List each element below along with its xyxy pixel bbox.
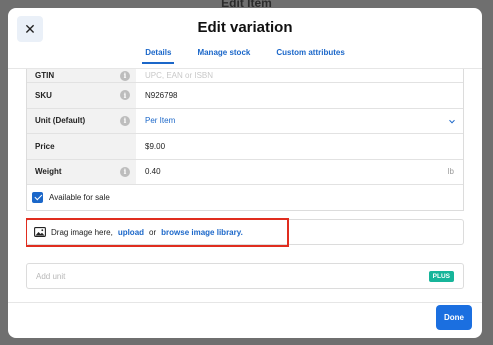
details-panel[interactable]: GTIN i UPC, EAN or ISBN SKU i N926798 Un… xyxy=(26,69,464,302)
sku-row: SKU i N926798 xyxy=(27,83,463,109)
done-button[interactable]: Done xyxy=(436,305,472,330)
info-icon[interactable]: i xyxy=(120,70,130,81)
unit-row: Unit (Default) i Per Item xyxy=(27,108,463,134)
price-input[interactable]: $9.00 xyxy=(136,134,463,159)
info-icon[interactable]: i xyxy=(120,166,130,177)
add-unit-field[interactable]: Add unit PLUS xyxy=(26,263,464,289)
unit-label: Unit (Default) i xyxy=(27,108,136,133)
add-unit-placeholder: Add unit xyxy=(36,271,66,281)
weight-unit: lb xyxy=(447,167,454,177)
variation-form: GTIN i UPC, EAN or ISBN SKU i N926798 Un… xyxy=(26,69,464,211)
sku-input[interactable]: N926798 xyxy=(136,83,463,108)
weight-row: Weight i 0.40 lb xyxy=(27,159,463,185)
tab-custom-attributes[interactable]: Custom attributes xyxy=(263,47,357,69)
price-label: Price xyxy=(27,134,136,159)
weight-value: 0.40 xyxy=(145,167,161,177)
image-icon xyxy=(34,227,46,237)
tab-bar: Details Manage stock Custom attributes xyxy=(8,47,482,69)
weight-label: Weight i xyxy=(27,159,136,184)
price-row: Price $9.00 xyxy=(27,134,463,160)
info-icon[interactable]: i xyxy=(120,90,130,101)
browse-image-library-link[interactable]: browse image library. xyxy=(161,228,243,237)
sku-label: SKU i xyxy=(27,83,136,108)
available-for-sale-label: Available for sale xyxy=(49,193,110,202)
available-for-sale-checkbox[interactable] xyxy=(32,192,43,203)
footer-divider xyxy=(8,302,482,303)
edit-variation-modal: ✕ Edit variation Details Manage stock Cu… xyxy=(8,8,482,338)
drop-zone-text: Drag image here, xyxy=(51,227,113,237)
chevron-down-icon xyxy=(449,117,455,124)
unit-selected-value: Per Item xyxy=(145,116,176,126)
unit-select[interactable]: Per Item xyxy=(136,109,463,134)
upload-link[interactable]: upload xyxy=(118,228,144,237)
plus-badge: PLUS xyxy=(428,271,454,282)
drop-zone-or: or xyxy=(149,227,157,237)
weight-input[interactable]: 0.40 lb xyxy=(136,160,463,185)
gtin-label: GTIN i xyxy=(27,69,136,82)
gtin-input[interactable]: UPC, EAN or ISBN xyxy=(136,69,463,82)
modal-title: Edit variation xyxy=(197,19,293,36)
available-for-sale-row: Available for sale xyxy=(27,185,463,210)
gtin-placeholder: UPC, EAN or ISBN xyxy=(145,71,214,80)
tab-details[interactable]: Details xyxy=(132,47,184,69)
gtin-row: GTIN i UPC, EAN or ISBN xyxy=(27,69,463,83)
info-icon[interactable]: i xyxy=(120,115,130,126)
image-drop-zone[interactable]: Drag image here, upload or browse image … xyxy=(26,218,464,247)
tab-manage-stock[interactable]: Manage stock xyxy=(184,47,263,69)
